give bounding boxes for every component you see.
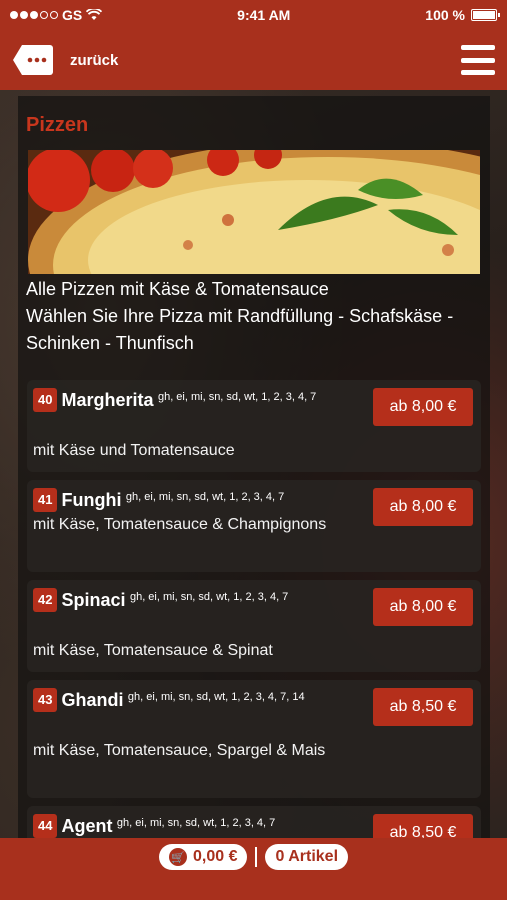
battery-icon bbox=[470, 9, 500, 21]
section-intro: Alle Pizzen mit Käse & Tomatensauce Wähl… bbox=[26, 276, 486, 357]
back-tag-icon bbox=[13, 45, 53, 75]
hamburger-menu-icon[interactable] bbox=[461, 45, 495, 75]
divider bbox=[255, 847, 258, 867]
item-title: 40 Margherita gh, ei, mi, sn, sd, wt, 1, … bbox=[33, 388, 333, 412]
price-button[interactable]: ab 8,00 € bbox=[373, 488, 473, 526]
battery-percent: 100 % bbox=[425, 7, 465, 23]
item-description: mit Käse, Tomatensauce, Spargel & Mais bbox=[33, 742, 326, 759]
pizza-hero-image bbox=[28, 150, 480, 274]
item-number: 40 bbox=[33, 388, 58, 412]
allergen-codes: gh, ei, mi, sn, sd, wt, 1, 2, 3, 4, 7, 1… bbox=[127, 691, 305, 703]
content-panel: Pizzen Alle Pizzen mit Käse & Tomatensau… bbox=[18, 96, 490, 840]
menu-item[interactable]: 42 Spinaci gh, ei, mi, sn, sd, wt, 1, 2, … bbox=[27, 580, 481, 672]
allergen-codes: gh, ei, mi, sn, sd, wt, 1, 2, 3, 4, 7 bbox=[129, 591, 289, 603]
status-left: GS bbox=[10, 7, 103, 23]
item-title: 41 Funghi gh, ei, mi, sn, sd, wt, 1, 2, 3… bbox=[33, 488, 333, 512]
item-name: Margherita bbox=[61, 390, 154, 410]
cart-icon: 🛒 bbox=[168, 848, 187, 866]
item-number: 41 bbox=[33, 488, 58, 512]
price-button[interactable]: ab 8,50 € bbox=[373, 688, 473, 726]
signal-icon bbox=[10, 11, 58, 19]
carrier-label: GS bbox=[62, 7, 83, 23]
item-description: mit Käse, Tomatensauce & Champignons bbox=[33, 516, 327, 533]
cart-bar: 🛒 0,00 € 0 Artikel bbox=[0, 838, 507, 900]
item-description: mit Käse und Tomatensauce bbox=[33, 442, 235, 459]
status-bar: GS 9:41 AM 100 % bbox=[0, 0, 507, 30]
price-button[interactable]: ab 8,00 € bbox=[373, 588, 473, 626]
status-right: 100 % bbox=[425, 7, 500, 23]
menu-item[interactable]: 41 Funghi gh, ei, mi, sn, sd, wt, 1, 2, 3… bbox=[27, 480, 481, 572]
allergen-codes: gh, ei, mi, sn, sd, wt, 1, 2, 3, 4, 7 bbox=[116, 817, 276, 829]
intro-line-2: Wählen Sie Ihre Pizza mit Randfüllung - … bbox=[26, 306, 454, 353]
item-title: 44 Agent gh, ei, mi, sn, sd, wt, 1, 2, 3,… bbox=[33, 814, 333, 838]
item-title: 42 Spinaci gh, ei, mi, sn, sd, wt, 1, 2, … bbox=[33, 588, 333, 612]
intro-line-1: Alle Pizzen mit Käse & Tomatensauce bbox=[26, 279, 329, 299]
menu-item[interactable]: 44 Agent gh, ei, mi, sn, sd, wt, 1, 2, 3,… bbox=[27, 806, 481, 840]
item-number: 43 bbox=[33, 688, 58, 712]
back-label: zurück bbox=[70, 51, 119, 69]
allergen-codes: gh, ei, mi, sn, sd, wt, 1, 2, 3, 4, 7 bbox=[157, 391, 317, 403]
price-button[interactable]: ab 8,00 € bbox=[373, 388, 473, 426]
cart-count: 0 Artikel bbox=[275, 848, 339, 865]
item-name: Ghandi bbox=[61, 690, 124, 710]
nav-bar: zurück bbox=[0, 30, 507, 90]
item-number: 44 bbox=[33, 814, 58, 838]
menu-item[interactable]: 43 Ghandi gh, ei, mi, sn, sd, wt, 1, 2, 3… bbox=[27, 680, 481, 798]
clock: 9:41 AM bbox=[237, 7, 291, 23]
wifi-icon bbox=[86, 9, 103, 20]
item-name: Funghi bbox=[61, 490, 122, 510]
back-button[interactable]: zurück bbox=[12, 44, 118, 76]
price-button[interactable]: ab 8,50 € bbox=[373, 814, 473, 840]
item-description: mit Käse, Tomatensauce & Spinat bbox=[33, 642, 273, 659]
item-name: Spinaci bbox=[61, 590, 126, 610]
menu-item[interactable]: 40 Margherita gh, ei, mi, sn, sd, wt, 1, … bbox=[27, 380, 481, 472]
item-number: 42 bbox=[33, 588, 58, 612]
item-name: Agent bbox=[61, 816, 113, 836]
cart-total-button[interactable]: 🛒 0,00 € bbox=[158, 844, 248, 870]
item-title: 43 Ghandi gh, ei, mi, sn, sd, wt, 1, 2, 3… bbox=[33, 688, 333, 712]
cart-total: 0,00 € bbox=[192, 848, 238, 865]
cart-count-button[interactable]: 0 Artikel bbox=[265, 844, 349, 870]
section-title: Pizzen bbox=[26, 114, 89, 136]
allergen-codes: gh, ei, mi, sn, sd, wt, 1, 2, 3, 4, 7 bbox=[125, 491, 285, 503]
